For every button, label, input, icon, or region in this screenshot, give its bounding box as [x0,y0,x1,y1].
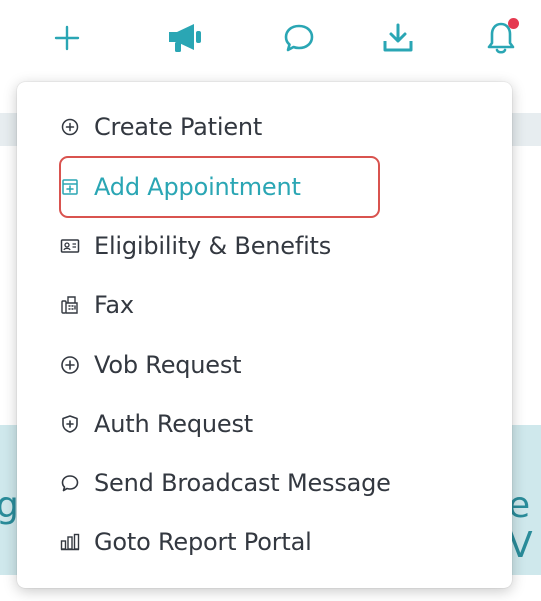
chat-bubble-icon [59,472,81,494]
menu-item-add-appointment[interactable]: Add Appointment [59,167,301,207]
megaphone-icon[interactable] [166,18,206,58]
plus-icon[interactable] [47,18,87,58]
download-icon[interactable] [378,18,418,58]
shield-plus-icon [59,413,81,435]
fax-icon [59,294,81,316]
menu-item-label: Vob Request [94,351,242,379]
menu-item-label: Add Appointment [94,173,301,201]
quick-actions-dropdown: Create Patient Add Appointment Eligibili… [17,82,512,588]
menu-item-fax[interactable]: Fax [59,285,134,325]
menu-item-label: Goto Report Portal [94,528,312,556]
menu-item-label: Auth Request [94,410,253,438]
menu-item-label: Send Broadcast Message [94,469,391,497]
menu-item-goto-report-portal[interactable]: Goto Report Portal [59,522,312,562]
chat-icon[interactable] [279,18,319,58]
menu-item-label: Eligibility & Benefits [94,232,332,260]
menu-item-auth-request[interactable]: Auth Request [59,404,253,444]
menu-item-send-broadcast-message[interactable]: Send Broadcast Message [59,463,391,503]
menu-item-label: Fax [94,291,134,319]
top-toolbar [0,0,541,80]
id-card-icon [59,235,81,257]
menu-item-label: Create Patient [94,113,263,141]
bell-icon[interactable] [481,18,521,58]
menu-item-eligibility-benefits[interactable]: Eligibility & Benefits [59,226,331,266]
menu-item-create-patient[interactable]: Create Patient [59,107,262,147]
menu-item-vob-request[interactable]: Vob Request [59,345,242,385]
banner-text-fragment-right: e V [508,485,533,566]
notification-dot [508,18,519,29]
bar-chart-icon [59,531,81,553]
plus-circle-icon [59,116,81,138]
plus-circle-icon [59,354,81,376]
calendar-plus-icon [59,176,81,198]
